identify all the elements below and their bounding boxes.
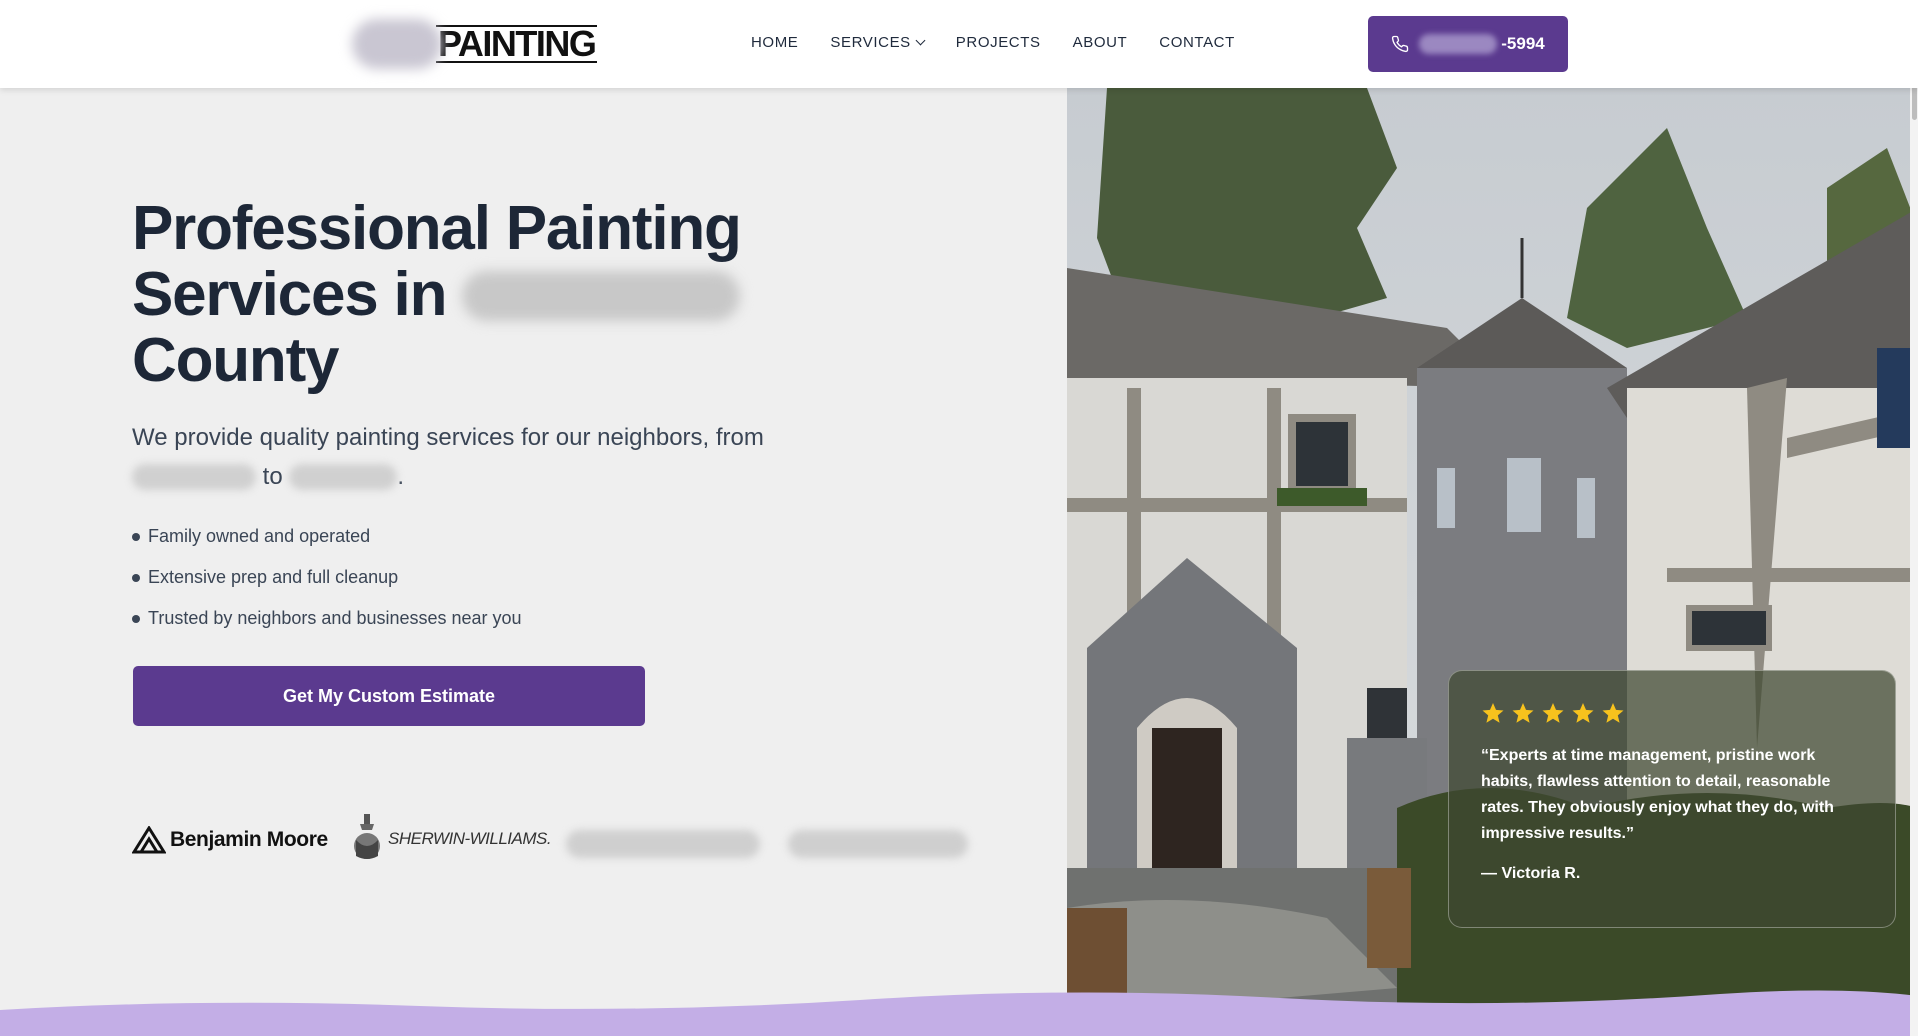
testimonial-card: “Experts at time management, pristine wo… [1448,670,1896,928]
phone-number-suffix: -5994 [1501,34,1545,53]
bullet-dot-icon [132,614,140,623]
star-icon [1542,703,1564,723]
hero-title-redacted [462,271,741,321]
hero-subtitle-start: We provide quality painting services for… [132,424,764,451]
sherwin-williams-text: SHERWIN-WILLIAMS. [388,829,552,848]
logo-text: PAINTING [436,23,598,64]
site-logo[interactable]: PAINTING [352,18,598,70]
hero-subtitle-end: . [397,463,405,490]
main-nav: HOME SERVICES PROJECTS ABOUT CONTACT [751,34,1235,51]
nav-home[interactable]: HOME [751,34,798,51]
star-icon [1602,703,1624,723]
nav-contact[interactable]: CONTACT [1159,34,1235,51]
nav-contact-label: CONTACT [1159,34,1235,51]
hero-subtitle: We provide quality painting services for… [132,418,852,496]
benjamin-moore-mark-icon [132,826,166,854]
rating-stars [1481,701,1863,725]
logo-redacted-mark [352,19,442,69]
hero-subtitle-to: to [262,463,283,490]
benjamin-moore-logo: Benjamin Moore [132,826,328,854]
sherwin-williams-globe-icon [354,814,380,859]
nav-services-label: SERVICES [830,34,911,51]
phone-icon [1392,35,1409,53]
star-icon [1572,703,1594,723]
sherwin-williams-logo: SHERWIN-WILLIAMS. [352,812,552,866]
brand-logo-redacted [566,830,760,858]
feature-item-text: Family owned and operated [148,526,371,546]
feature-item: Extensive prep and full cleanup [132,557,522,598]
nav-about-label: ABOUT [1072,34,1128,51]
nav-projects[interactable]: PROJECTS [956,34,1041,51]
get-estimate-button[interactable]: Get My Custom Estimate [133,666,645,726]
chevron-down-icon [915,35,926,46]
feature-item-text: Extensive prep and full cleanup [148,567,399,587]
testimonial-author: — Victoria R. [1481,865,1581,882]
feature-list: Family owned and operated Extensive prep… [132,516,522,639]
brand-logo-redacted [788,830,968,858]
bullet-dot-icon [132,532,140,541]
site-header: PAINTING HOME SERVICES PROJECTS ABOUT CO… [0,0,1918,88]
feature-item-text: Trusted by neighbors and businesses near… [148,608,522,628]
phone-redacted [1419,34,1498,54]
star-icon [1482,703,1504,723]
testimonial-quote: “Experts at time management, pristine wo… [1481,747,1834,842]
hero-subtitle-redacted-to [289,464,398,490]
bottom-wave-divider [0,990,1918,1036]
hero-title-line3: County [132,326,340,395]
feature-item: Family owned and operated [132,516,522,557]
page-scrollbar[interactable] [1910,0,1918,1036]
star-icon [1512,703,1534,723]
nav-projects-label: PROJECTS [955,34,1041,51]
bullet-dot-icon [132,573,140,582]
hero-title: Professional Painting Services in County [132,196,832,394]
hero-subtitle-redacted-from [132,464,256,490]
feature-item: Trusted by neighbors and businesses near… [132,598,522,639]
hero-title-line1: Professional Painting [132,194,742,263]
nav-home-label: HOME [751,34,799,51]
benjamin-moore-text: Benjamin Moore [170,828,328,851]
hero-title-line2: Services in [132,260,447,329]
partner-brands: Benjamin Moore SHERWIN-WILLIAMS. [132,808,972,868]
call-phone-button[interactable]: -5994 [1368,16,1568,72]
nav-services[interactable]: SERVICES [830,34,926,51]
nav-about[interactable]: ABOUT [1073,34,1128,51]
